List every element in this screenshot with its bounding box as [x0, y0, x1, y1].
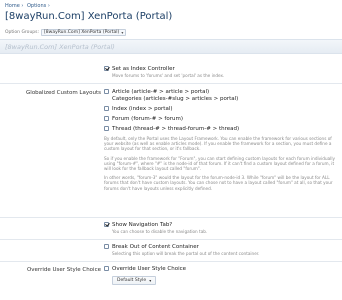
section-header: [8wayRun.Com] XenPorta (Portal): [0, 39, 342, 54]
section-title: [8wayRun.Com] XenPorta (Portal): [5, 43, 115, 51]
break-out-label[interactable]: Break Out of Content Container: [112, 244, 199, 251]
option-group-value: [8wayRun.Com] XenPorta (Portal): [44, 30, 120, 35]
divider: [0, 217, 342, 218]
index-controller-label[interactable]: Set as Index Controller: [112, 66, 175, 73]
article-checkbox[interactable]: [104, 89, 109, 94]
divider: [0, 83, 342, 84]
index-controller-hint: Move forums to 'forums' and set 'portal'…: [112, 73, 225, 78]
page-title: [8wayRun.Com] XenPorta (Portal): [5, 11, 173, 22]
custom-layouts-label: Globalized Custom Layouts: [26, 90, 101, 96]
index-label[interactable]: Index (index > portal): [112, 106, 173, 113]
divider: [0, 239, 342, 240]
forum-label[interactable]: Forum (forum-# > forum): [112, 116, 183, 123]
breadcrumb-home[interactable]: Home ›: [5, 3, 23, 9]
break-out-checkbox[interactable]: [104, 244, 109, 249]
option-group-select[interactable]: [8wayRun.Com] XenPorta (Portal) ▾: [41, 29, 127, 36]
categories-label: Categories (articles-#slug > articles > …: [112, 96, 239, 102]
option-group-selector: Option Groups: [8wayRun.Com] XenPorta (P…: [5, 29, 127, 36]
thread-label[interactable]: Thread (thread-# > thread-forum-# > thre…: [112, 126, 239, 133]
custom-layouts-desc-3: In other words, "forum-3" would the layo…: [104, 175, 333, 191]
user-style-label: Override User Style Choice: [26, 267, 101, 273]
option-group-label: Option Groups:: [5, 30, 40, 35]
breadcrumb-options[interactable]: Options ›: [27, 3, 50, 9]
navigation-tab-checkbox[interactable]: [104, 222, 109, 227]
custom-layouts-desc-2: So if you enable the framework for "Foru…: [104, 155, 335, 172]
thread-checkbox[interactable]: [104, 126, 109, 131]
divider: [0, 261, 342, 262]
break-out-hint: Selecting this option will break the por…: [112, 251, 260, 256]
chevron-down-icon: ▾: [149, 278, 152, 283]
navigation-tab-label[interactable]: Show Navigation Tab?: [112, 222, 172, 229]
user-style-checkbox[interactable]: [104, 266, 109, 271]
chevron-down-icon: ▾: [121, 30, 124, 35]
style-select-value: Default Style: [117, 278, 147, 283]
article-label[interactable]: Article (article-# > article > portal): [112, 89, 209, 96]
index-checkbox[interactable]: [104, 106, 109, 111]
forum-checkbox[interactable]: [104, 116, 109, 121]
index-controller-checkbox[interactable]: [104, 66, 109, 71]
user-style-checkbox-label[interactable]: Override User Style Choice: [112, 266, 186, 273]
breadcrumb: Home › Options ›: [5, 3, 52, 9]
custom-layouts-desc-1: By default, only the Portal uses the Lay…: [104, 136, 332, 152]
style-select[interactable]: Default Style ▾: [112, 276, 157, 285]
navigation-tab-hint: You can choose to disable the navigation…: [112, 229, 208, 234]
